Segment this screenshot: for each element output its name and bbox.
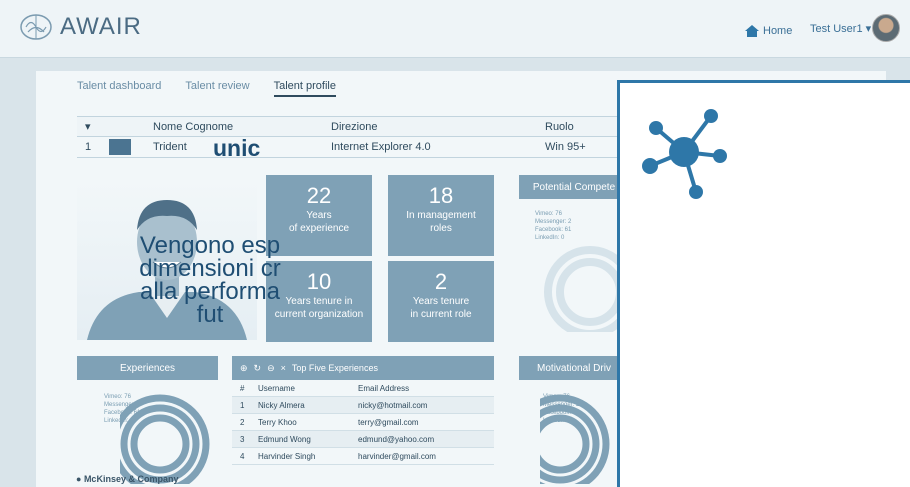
brand-logo[interactable]: AWAIR [18, 12, 142, 42]
motivational-drivers-header: Motivational Driv [519, 356, 629, 380]
globe-icon[interactable]: ⊕ [240, 363, 248, 374]
top-five-title: Top Five Experiences [291, 363, 378, 373]
cell-username: Nicky Almera [258, 400, 305, 410]
screenshot-frame: AWAIR Home Test User1 ▾ Talent dashboard… [0, 0, 910, 487]
motivational-donut-chart [540, 394, 610, 484]
cell-username: Edmund Wong [258, 434, 311, 444]
table-row[interactable]: 2 Terry Khoo terry@gmail.com [232, 414, 494, 431]
table-row[interactable]: 4 Harvinder Singh harvinder@gmail.com [232, 448, 494, 465]
cell-number: 4 [240, 451, 245, 461]
company-name: McKinsey & Company [83, 474, 179, 484]
home-icon [745, 25, 759, 37]
tab-talent-review[interactable]: Talent review [185, 80, 249, 97]
row-thumbnail [109, 137, 151, 158]
cell-username: Harvinder Singh [258, 451, 316, 461]
col-username-header: Username [258, 383, 295, 393]
overlay-title: unic [213, 135, 261, 161]
table-row[interactable]: 3 Edmund Wong edmund@yahoo.com [232, 431, 494, 448]
top-bar: AWAIR Home Test User1 ▾ [0, 0, 910, 58]
cell-number: 1 [240, 400, 245, 410]
top-five-experiences-table: ⊕ ↻ ⊖ × Top Five Experiences # Username … [232, 356, 494, 465]
stat-label: in current role [410, 309, 472, 320]
network-icon [642, 109, 727, 199]
overlay-text: Vengono esp dimensioni cr alla performa … [60, 232, 360, 328]
col-email-header: Email Address [358, 383, 410, 393]
row-role: Win 95+ [545, 141, 586, 153]
sort-chevron-icon[interactable]: ▾ [77, 120, 109, 133]
brand-name: AWAIR [60, 13, 142, 40]
cell-email: nicky@hotmail.com [358, 400, 428, 410]
col-direction-header[interactable]: Direzione [327, 121, 537, 133]
home-label: Home [763, 25, 793, 37]
stat-label: Years tenure [412, 296, 470, 307]
row-index: 1 [85, 141, 92, 153]
company-label: ● McKinsey & Company [76, 474, 179, 484]
home-link[interactable]: Home [744, 24, 792, 38]
cell-number: 2 [240, 417, 245, 427]
stat-value: 22 [306, 183, 332, 208]
top-five-header: ⊕ ↻ ⊖ × Top Five Experiences [232, 356, 494, 380]
col-number-header: # [240, 383, 245, 393]
user-menu[interactable]: Test User1 ▾ [810, 22, 871, 35]
col-name-header[interactable]: Nome Cognome [151, 121, 327, 133]
cell-number: 3 [240, 434, 245, 444]
employee-table: ▾ Nome Cognome Direzione Ruolo 1 Trident… [77, 116, 622, 158]
stat-value: 2 [434, 269, 448, 294]
user-avatar[interactable] [872, 14, 900, 42]
potential-donut-chart [544, 246, 620, 332]
cell-username: Terry Khoo [258, 417, 297, 427]
tab-talent-profile[interactable]: Talent profile [273, 80, 336, 97]
stat-value: 18 [428, 183, 454, 208]
cell-email: edmund@yahoo.com [358, 434, 435, 444]
overlay-text-line: Vengono esp [139, 232, 281, 259]
close-icon[interactable]: × [281, 363, 286, 373]
tab-bar: Talent dashboard Talent review Talent pr… [77, 80, 336, 97]
table-row[interactable]: 1 Nicky Almera nicky@hotmail.com [232, 397, 494, 414]
overlay-text-line: dimensioni cr [139, 255, 281, 282]
legend-item: Vimeo: 76 [535, 211, 562, 217]
stat-label: roles [430, 223, 452, 234]
tab-talent-dashboard[interactable]: Talent dashboard [77, 80, 161, 97]
stat-tenure-role: 2 Years tenure in current role [388, 261, 494, 342]
minus-icon[interactable]: ⊖ [267, 363, 275, 374]
legend-item: Messenger: 2 [535, 219, 572, 225]
stat-label: Years [306, 210, 332, 221]
refresh-icon[interactable]: ↻ [254, 363, 262, 374]
cell-email: terry@gmail.com [358, 417, 419, 427]
top-five-column-headers: # Username Email Address [232, 380, 494, 397]
row-direction: Internet Explorer 4.0 [331, 141, 431, 153]
overlay-text-line: fut [196, 301, 224, 328]
table-row[interactable]: 1 Trident Internet Explorer 4.0 Win 95+ [77, 137, 622, 158]
stat-label: In management [406, 210, 476, 221]
experiences-header: Experiences [77, 356, 218, 380]
brain-icon [20, 14, 52, 40]
table-header: ▾ Nome Cognome Direzione Ruolo [77, 116, 622, 137]
col-role-header[interactable]: Ruolo [537, 121, 622, 133]
experiences-donut-chart [120, 394, 210, 484]
overlay-text-line: alla performa [139, 278, 281, 305]
cell-email: harvinder@gmail.com [358, 451, 436, 461]
potential-competencies-header: Potential Compete [519, 175, 629, 199]
stat-management-roles: 18 In management roles [388, 175, 494, 256]
